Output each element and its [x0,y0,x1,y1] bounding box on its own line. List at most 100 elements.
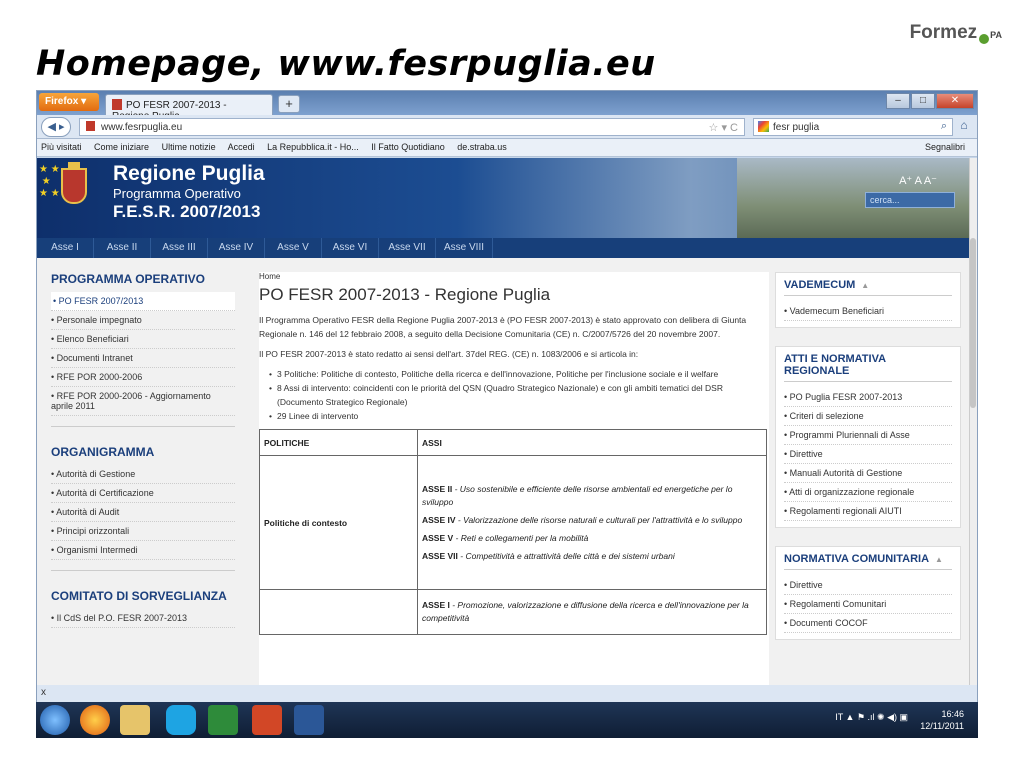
home-icon[interactable]: ⌂ [955,118,973,136]
region-crest-icon [61,162,87,204]
sidebar-item-label: Autorità di Certificazione [56,488,154,498]
search-box[interactable]: fesr puglia ⌕ [753,118,953,136]
firefox-menu-button[interactable]: Firefox ▾ [39,93,99,111]
start-button-icon[interactable] [40,705,70,735]
vademecum-heading[interactable]: VADEMECUM ▲ [784,279,952,296]
bookmark-item[interactable]: Più visitati [41,142,82,152]
word-icon[interactable] [294,705,324,735]
table-row: ASSE I - Promozione, valorizzazione e di… [259,589,767,635]
maximize-button[interactable]: □ [911,93,935,109]
link-item[interactable]: • Documenti COCOF [784,614,952,633]
sidebar-item[interactable]: • Autorità di Gestione [51,465,235,484]
asse-desc: - Promozione, valorizzazione e diffusion… [422,600,749,623]
scroll-thumb[interactable] [970,238,976,408]
link-item[interactable]: • Regolamenti Comunitari [784,595,952,614]
bookmark-item[interactable]: de.straba.us [457,142,507,152]
atti-heading[interactable]: ATTI E NORMATIVA REGIONALE [784,353,952,382]
link-item[interactable]: • Manuali Autorità di Gestione [784,464,952,483]
system-tray[interactable]: IT ▲ ⚑ .ıl ✺ ◀) ▣ [835,712,908,723]
slide-title: Homepage, www.fesrpuglia.eu [36,44,656,84]
table-header: ASSI [417,429,767,456]
menu-item[interactable]: Asse III [151,238,208,258]
sidebar-item-label: Elenco Beneficiari [56,334,129,344]
bookmark-item[interactable]: Il Fatto Quotidiano [371,142,445,152]
clock-date: 12/11/2011 [920,721,964,731]
bookmark-item[interactable]: Accedi [228,142,255,152]
link-item[interactable]: • Vademecum Beneficiari [784,302,952,321]
comunitaria-heading[interactable]: NORMATIVA COMUNITARIA ▲ [784,553,952,570]
formez-logo-sub: PA [990,30,1002,40]
google-icon [758,121,769,132]
bookmarks-menu[interactable]: Segnalibri [925,142,965,152]
intro-paragraph: Il Programma Operativo FESR della Region… [259,315,747,339]
sidebar-item-label: RFE POR 2000-2006 [56,372,143,382]
link-item[interactable]: • Direttive [784,576,952,595]
asse-desc: - Uso sostenibile e efficiente delle ris… [422,483,733,507]
organigramma-heading[interactable]: ORGANIGRAMMA [51,445,235,459]
bookmark-star-icon[interactable]: ☆ ▾ C [709,121,738,134]
page-content: PROGRAMMA OPERATIVO • PO FESR 2007/2013 … [37,258,971,685]
asse-entry: ASSE I - Promozione, valorizzazione e di… [422,599,762,625]
minimize-button[interactable]: – [886,93,910,109]
close-button[interactable]: ✕ [936,93,974,109]
bookmark-item[interactable]: Come iniziare [94,142,149,152]
vertical-scrollbar[interactable] [969,158,977,685]
vademecum-title: VADEMECUM [784,279,856,291]
link-item[interactable]: • Regolamenti regionali AIUTI [784,502,952,521]
site-search-input[interactable]: cerca... [865,192,955,208]
sidebar-item[interactable]: • RFE POR 2000-2006 [51,368,235,387]
asse-entry: ASSE VII - Competitività e attrattività … [422,550,762,563]
language-indicator[interactable]: IT [835,712,843,722]
sidebar-item[interactable]: • PO FESR 2007/2013 [51,292,235,311]
caret-up-icon: ▲ [935,555,943,564]
sidebar-item[interactable]: • Il CdS del P.O. FESR 2007-2013 [51,609,235,628]
comunitaria-box: NORMATIVA COMUNITARIA ▲ • Direttive • Reg… [775,546,961,640]
excel-icon[interactable] [208,705,238,735]
link-item[interactable]: • PO Puglia FESR 2007-2013 [784,388,952,407]
breadcrumb[interactable]: Home [259,272,769,281]
table-cell: ASSE II - Uso sostenibile e efficiente d… [417,455,767,590]
sidebar-item[interactable]: • Autorità di Audit [51,503,235,522]
bookmark-item[interactable]: La Repubblica.it - Ho... [267,142,359,152]
link-item[interactable]: • Criteri di selezione [784,407,952,426]
menu-item[interactable]: Asse I [37,238,94,258]
tab-active[interactable]: PO FESR 2007-2013 - Regione Puglia [105,94,273,122]
comitato-heading[interactable]: COMITATO DI SORVEGLIANZA [51,589,235,603]
back-forward-button[interactable]: ◀ ▸ [41,117,71,137]
powerpoint-icon[interactable] [252,705,282,735]
main-article: Home PO FESR 2007-2013 - Regione Puglia … [259,272,769,685]
sidebar-item-label: Il CdS del P.O. FESR 2007-2013 [56,613,188,623]
menu-item[interactable]: Asse VI [322,238,379,258]
link-item[interactable]: • Direttive [784,445,952,464]
eu-stars-icon: ★ ★ ★ ★ ★ [39,164,60,199]
sidebar-item[interactable]: • Elenco Beneficiari [51,330,235,349]
vademecum-box: VADEMECUM ▲ • Vademecum Beneficiari [775,272,961,328]
new-tab-button[interactable]: + [278,95,300,113]
brand-region[interactable]: Regione Puglia [113,162,265,186]
programma-heading[interactable]: PROGRAMMA OPERATIVO [51,272,235,286]
menu-item[interactable]: Asse VII [379,238,436,258]
link-item[interactable]: • Programmi Pluriennali di Asse [784,426,952,445]
clock[interactable]: 16:46 12/11/2011 [920,708,964,732]
web-page: ★ ★ ★ ★ ★ Regione Puglia Programma Operat… [37,158,971,685]
menu-item[interactable]: Asse V [265,238,322,258]
menu-item[interactable]: Asse II [94,238,151,258]
sidebar-item[interactable]: • RFE POR 2000-2006 - Aggiornamento apri… [51,387,235,416]
menu-item[interactable]: Asse IV [208,238,265,258]
status-bar[interactable]: x [37,685,977,703]
menu-item[interactable]: Asse VIII [436,238,493,258]
sidebar-item-label: Organismi Intermedi [56,545,138,555]
sidebar-item[interactable]: • Principi orizzontali [51,522,235,541]
link-item[interactable]: • Atti di organizzazione regionale [784,483,952,502]
sidebar-item[interactable]: • Documenti Intranet [51,349,235,368]
search-icon[interactable]: ⌕ [941,120,947,133]
file-explorer-icon[interactable] [120,705,150,735]
sidebar-item[interactable]: • Autorità di Certificazione [51,484,235,503]
skype-icon[interactable] [166,705,196,735]
sidebar-item[interactable]: • Organismi Intermedi [51,541,235,560]
bookmark-item[interactable]: Ultime notizie [162,142,216,152]
firefox-icon[interactable] [80,705,110,735]
url-bar[interactable]: www.fesrpuglia.eu ☆ ▾ C [79,118,745,136]
sidebar-item[interactable]: • Personale impegnato [51,311,235,330]
font-size-controls[interactable]: A⁺ A A⁻ [899,174,937,187]
